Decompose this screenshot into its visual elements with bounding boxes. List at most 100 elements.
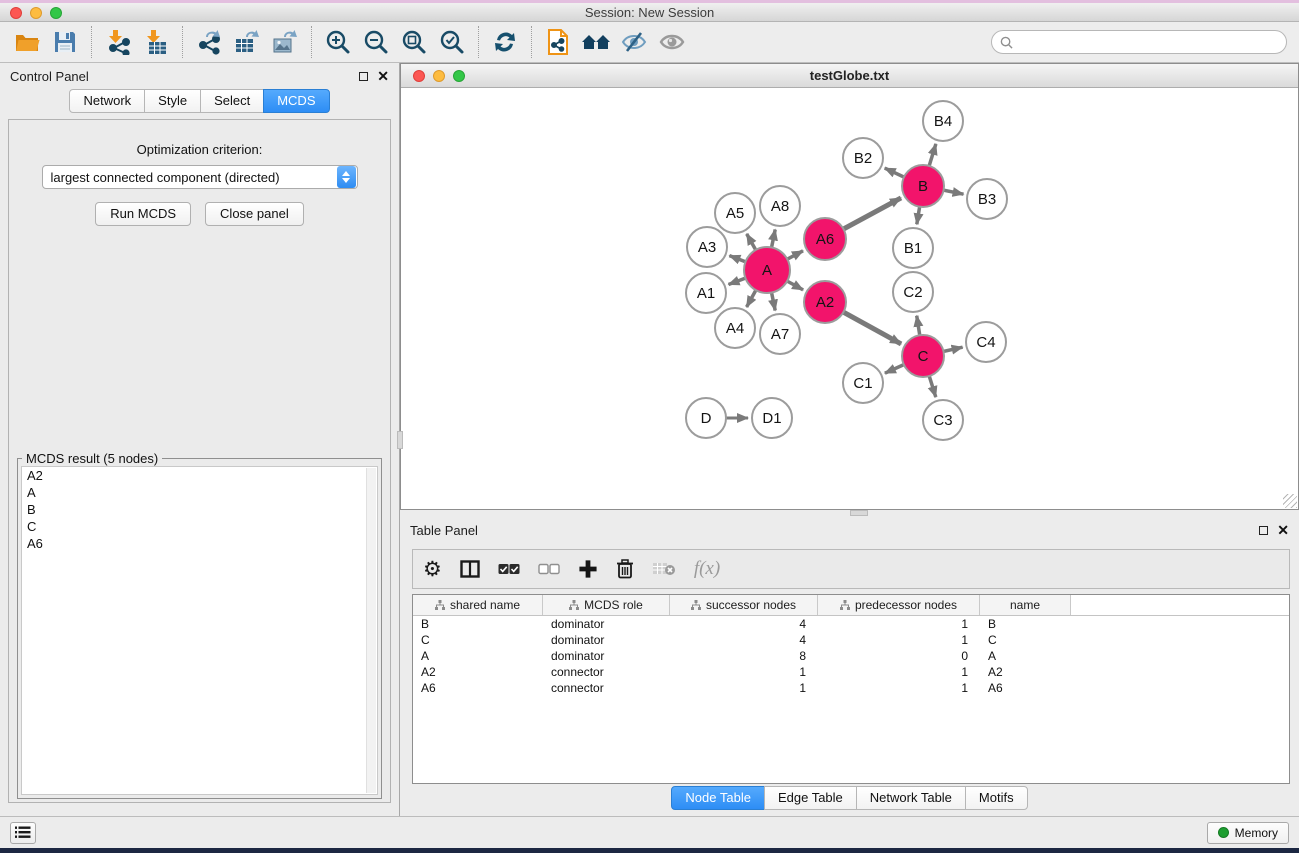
show-column-button[interactable]	[460, 560, 480, 578]
run-mcds-button[interactable]: Run MCDS	[95, 202, 191, 226]
mcds-result-item[interactable]: C	[22, 518, 377, 535]
scrollbar-track[interactable]	[366, 468, 376, 793]
column-header-MCDS-role[interactable]: MCDS role	[543, 595, 670, 615]
column-header-successor-nodes[interactable]: successor nodes	[670, 595, 818, 615]
float-panel-icon[interactable]	[359, 72, 368, 81]
apply-layout-button[interactable]	[486, 26, 524, 58]
graph-node-B4[interactable]: B4	[923, 101, 963, 141]
node-table[interactable]: shared nameMCDS rolesuccessor nodesprede…	[412, 594, 1290, 784]
mcds-result-list[interactable]: A2ABCA6	[21, 466, 378, 795]
save-session-button[interactable]	[46, 26, 84, 58]
graph-node-B3[interactable]: B3	[967, 179, 1007, 219]
table-settings-button[interactable]: ⚙	[423, 559, 442, 579]
graph-node-C3[interactable]: C3	[923, 400, 963, 440]
delete-table-button[interactable]	[652, 561, 676, 577]
import-network-button[interactable]	[99, 26, 137, 58]
table-row[interactable]: A2connector11A2	[413, 664, 1289, 680]
mcds-result-item[interactable]: A	[22, 484, 377, 501]
network-canvas[interactable]: B4 B2 B B3 A8A5 A6 A3 B1 A A1 C2 A2 A4A7 C4 C C1 C3 D D1	[401, 88, 1298, 509]
table-row[interactable]: A6connector11A6	[413, 680, 1289, 696]
graph-node-D1[interactable]: D1	[752, 398, 792, 438]
tab-network-table[interactable]: Network Table	[856, 786, 966, 810]
graph-node-A3[interactable]: A3	[687, 227, 727, 267]
column-header-predecessor-nodes[interactable]: predecessor nodes	[818, 595, 980, 615]
table-cell: A	[980, 648, 1071, 664]
import-table-button[interactable]	[137, 26, 175, 58]
table-row[interactable]: Cdominator41C	[413, 632, 1289, 648]
network-window-titlebar[interactable]: testGlobe.txt	[401, 64, 1298, 88]
table-row[interactable]: Adominator80A	[413, 648, 1289, 664]
column-header-shared-name[interactable]: shared name	[413, 595, 543, 615]
horizontal-split-divider[interactable]	[400, 510, 1299, 517]
optimization-criterion-select[interactable]: largest connected component (directed)	[42, 165, 358, 189]
split-divider-handle[interactable]	[850, 510, 868, 516]
zoom-out-button[interactable]	[357, 26, 395, 58]
window-resize-grip[interactable]	[1283, 494, 1297, 508]
graph-node-A7[interactable]: A7	[760, 314, 800, 354]
mcds-result-item[interactable]: A6	[22, 535, 377, 552]
close-panel-icon[interactable]: ✕	[1277, 525, 1289, 535]
zoom-fit-button[interactable]	[395, 26, 433, 58]
zoom-selected-button[interactable]	[433, 26, 471, 58]
graph-node-A5[interactable]: A5	[715, 193, 755, 233]
search-input[interactable]	[1018, 35, 1278, 49]
unselect-all-button[interactable]	[538, 563, 560, 575]
new-network-button[interactable]	[539, 26, 577, 58]
graph-node-A4[interactable]: A4	[715, 308, 755, 348]
graph-node-C1[interactable]: C1	[843, 363, 883, 403]
graph-node-A[interactable]: A	[744, 247, 790, 293]
table-cell: 1	[818, 616, 980, 632]
status-bar: Memory	[0, 816, 1299, 848]
search-field[interactable]	[991, 30, 1287, 54]
first-neighbors-button[interactable]	[577, 26, 615, 58]
graph-node-B2[interactable]: B2	[843, 138, 883, 178]
tab-mcds[interactable]: MCDS	[263, 89, 329, 113]
table-cell: 4	[670, 632, 818, 648]
graph-node-A8[interactable]: A8	[760, 186, 800, 226]
graph-node-A6[interactable]: A6	[804, 218, 846, 260]
table-cell: 8	[670, 648, 818, 664]
graph-node-C4[interactable]: C4	[966, 322, 1006, 362]
float-panel-icon[interactable]	[1259, 526, 1268, 535]
memory-button[interactable]: Memory	[1207, 822, 1289, 844]
graph-node-D[interactable]: D	[686, 398, 726, 438]
graph-node-A1[interactable]: A1	[686, 273, 726, 313]
toolbar-separator	[311, 26, 312, 58]
tab-select[interactable]: Select	[200, 89, 264, 113]
split-divider-handle[interactable]	[397, 431, 403, 449]
mcds-result-item[interactable]: A2	[22, 467, 377, 484]
close-panel-button[interactable]: Close panel	[205, 202, 304, 226]
show-panels-button[interactable]	[10, 822, 36, 844]
add-row-button[interactable]	[578, 559, 598, 579]
export-image-button[interactable]	[266, 26, 304, 58]
graph-node-B[interactable]: B	[902, 165, 944, 207]
delete-row-button[interactable]	[616, 559, 634, 579]
open-session-button[interactable]	[8, 26, 46, 58]
zoom-in-button[interactable]	[319, 26, 357, 58]
graph-node-C2[interactable]: C2	[893, 272, 933, 312]
table-cell: 1	[670, 680, 818, 696]
function-builder-button[interactable]: f(x)	[694, 558, 720, 580]
fx-icon: f(x)	[694, 558, 720, 580]
graph-node-A2[interactable]: A2	[804, 281, 846, 323]
select-all-button[interactable]	[498, 563, 520, 575]
tab-node-table[interactable]: Node Table	[671, 786, 765, 810]
main-titlebar: Session: New Session	[0, 3, 1299, 22]
window-title: Session: New Session	[0, 5, 1299, 20]
tab-network[interactable]: Network	[69, 89, 145, 113]
delete-table-icon	[652, 561, 676, 577]
mcds-result-item[interactable]: B	[22, 501, 377, 518]
export-network-button[interactable]	[190, 26, 228, 58]
graph-node-C[interactable]: C	[902, 335, 944, 377]
show-all-button[interactable]	[653, 26, 691, 58]
graph-node-B1[interactable]: B1	[893, 228, 933, 268]
table-row[interactable]: Bdominator41B	[413, 616, 1289, 632]
hide-selected-button[interactable]	[615, 26, 653, 58]
column-header-name[interactable]: name	[980, 595, 1071, 615]
tab-edge-table[interactable]: Edge Table	[764, 786, 857, 810]
tab-style[interactable]: Style	[144, 89, 201, 113]
tab-motifs[interactable]: Motifs	[965, 786, 1028, 810]
export-table-button[interactable]	[228, 26, 266, 58]
close-panel-icon[interactable]: ✕	[377, 71, 389, 81]
svg-text:B3: B3	[978, 191, 996, 208]
